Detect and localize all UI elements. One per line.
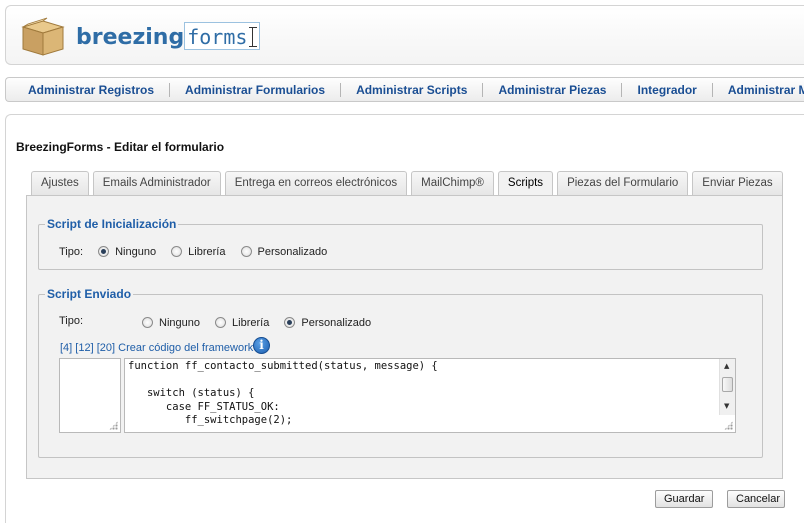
brand-logo: breezing forms xyxy=(76,22,261,52)
init-label-personalizado: Personalizado xyxy=(257,246,328,258)
scroll-up-arrow-icon[interactable]: ▲ xyxy=(724,362,729,370)
submit-radio-libreria[interactable] xyxy=(215,317,227,328)
nav-administrar-registros[interactable]: Administrar Registros xyxy=(6,82,171,97)
init-script-fieldset: Script de Inicialización xyxy=(38,217,763,270)
init-type-label: Tipo: xyxy=(59,246,84,258)
code-editor[interactable]: function ff_contacto_submitted(status, m… xyxy=(124,358,736,433)
scroll-down-arrow-icon[interactable]: ▼ xyxy=(724,402,729,410)
code-scrollbar[interactable]: ▲ ▼ xyxy=(719,359,735,415)
init-radio-libreria[interactable] xyxy=(171,246,183,257)
app-header: breezing forms xyxy=(5,5,804,65)
tab-emails-administrador[interactable]: Emails Administrador xyxy=(92,171,221,195)
link-4[interactable]: [4] xyxy=(60,342,72,354)
submit-label-ninguno: Ninguno xyxy=(159,317,200,329)
info-icon[interactable]: i xyxy=(253,337,270,354)
tab-piezas-formulario[interactable]: Piezas del Formulario xyxy=(557,171,689,195)
link-crear-codigo-framework[interactable]: Crear código del framework xyxy=(118,342,253,354)
init-radio-ninguno[interactable] xyxy=(98,246,110,257)
tab-bar: Ajustes Emails Administrador Entrega en … xyxy=(31,171,787,197)
box-logo-icon xyxy=(21,17,65,56)
page-title: BreezingForms - Editar el formulario xyxy=(16,140,225,154)
link-20[interactable]: [20] xyxy=(97,342,115,354)
line-numbers-box[interactable] xyxy=(59,358,121,433)
init-label-libreria: Librería xyxy=(188,246,226,258)
text-cursor-icon xyxy=(249,27,258,47)
init-label-ninguno: Ninguno xyxy=(115,246,157,258)
nav-integrador[interactable]: Integrador xyxy=(622,82,713,97)
logo-frame: forms xyxy=(184,22,261,50)
init-script-legend: Script de Inicialización xyxy=(47,217,177,231)
logo-bold-text: breezing xyxy=(76,25,185,50)
nav-administrar-menus[interactable]: Administrar Menús xyxy=(713,83,804,97)
submit-label-libreria: Librería xyxy=(232,317,270,329)
init-radio-personalizado[interactable] xyxy=(240,246,252,257)
main-nav: Administrar Registros Administrar Formul… xyxy=(5,77,804,102)
link-12[interactable]: [12] xyxy=(75,342,93,354)
submit-radio-personalizado[interactable] xyxy=(284,317,296,328)
tab-mailchimp[interactable]: MailChimp® xyxy=(411,171,494,195)
submit-radio-ninguno[interactable] xyxy=(142,317,153,328)
save-button[interactable]: Guardar xyxy=(655,490,713,508)
tab-enviar-piezas[interactable]: Enviar Piezas xyxy=(692,171,783,195)
code-text[interactable]: function ff_contacto_submitted(status, m… xyxy=(128,360,438,428)
resize-grip-icon[interactable] xyxy=(109,421,118,430)
init-type-row: Tipo: Ninguno Librería Personalizado xyxy=(59,246,339,258)
submit-script-legend: Script Enviado xyxy=(47,287,132,301)
scroll-thumb[interactable] xyxy=(722,377,733,392)
code-links: [4] [12] [20] Crear código del framework xyxy=(60,342,253,354)
tab-scripts[interactable]: Scripts xyxy=(497,171,554,197)
submit-label-personalizado: Personalizado xyxy=(301,317,372,329)
nav-administrar-piezas[interactable]: Administrar Piezas xyxy=(483,82,623,97)
nav-administrar-scripts[interactable]: Administrar Scripts xyxy=(341,82,484,97)
tab-entrega-correos[interactable]: Entrega en correos electrónicos xyxy=(224,171,408,195)
submit-type-label: Tipo: xyxy=(59,315,84,327)
tab-ajustes[interactable]: Ajustes xyxy=(31,171,89,195)
cancel-button[interactable]: Cancelar xyxy=(727,490,785,508)
logo-light-text: forms xyxy=(187,25,248,49)
nav-administrar-formularios[interactable]: Administrar Formularios xyxy=(170,82,342,97)
submit-type-row: Ninguno Librería Personalizado xyxy=(142,317,383,329)
resize-grip-icon[interactable] xyxy=(724,421,733,430)
